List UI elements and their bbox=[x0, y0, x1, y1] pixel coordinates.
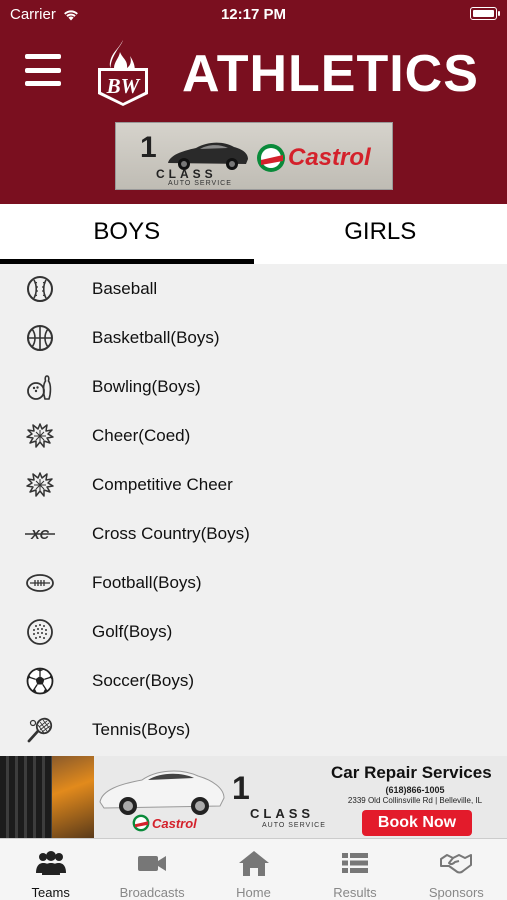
battery-level bbox=[472, 9, 494, 17]
battery-icon bbox=[470, 7, 500, 20]
banner-tagline: AUTO SERVICE bbox=[262, 822, 326, 829]
tab-label: Results bbox=[333, 885, 377, 900]
engine-image bbox=[52, 756, 94, 838]
banner-brand: CLASS bbox=[156, 167, 217, 181]
status-bar: Carrier 12:17 PM bbox=[0, 0, 507, 30]
tab-home[interactable]: Home bbox=[203, 839, 304, 900]
sport-label: Cheer(Coed) bbox=[92, 426, 191, 445]
list-item-soccer-boys[interactable]: Soccer(Boys) bbox=[0, 656, 507, 705]
banner-brand: CLASS bbox=[250, 806, 315, 821]
bowling-icon bbox=[27, 375, 52, 400]
list-item-tennis-boys[interactable]: Tennis(Boys) bbox=[0, 705, 507, 754]
tab-label: Teams bbox=[31, 885, 70, 900]
sponsor-name: Castrol bbox=[152, 816, 197, 831]
bottom-tab-bar: Teams Broadcasts Home Results Sponsors bbox=[0, 838, 507, 900]
list-item-cheer-coed[interactable]: Cheer(Coed) bbox=[0, 411, 507, 460]
school-logo: BW bbox=[98, 40, 148, 106]
sport-label: Cross Country(Boys) bbox=[92, 524, 250, 543]
book-now-button[interactable]: Book Now bbox=[362, 810, 472, 836]
ad-address: 2339 Old Collinsville Rd | Belleville, I… bbox=[347, 796, 483, 805]
sport-label: Baseball bbox=[92, 279, 158, 298]
svg-text:XC: XC bbox=[30, 527, 50, 542]
banner-number: 1 bbox=[140, 131, 157, 164]
svg-text:BW: BW bbox=[106, 74, 141, 98]
tab-results[interactable]: Results bbox=[304, 839, 405, 900]
sponsor-name: Castrol bbox=[288, 144, 371, 171]
sport-label: Golf(Boys) bbox=[92, 622, 173, 641]
handshake-icon bbox=[440, 854, 473, 874]
tab-teams[interactable]: Teams bbox=[0, 839, 101, 900]
baseball-icon bbox=[27, 276, 53, 302]
list-item-competitive-cheer[interactable]: Competitive Cheer bbox=[0, 460, 507, 509]
teams-icon bbox=[35, 851, 66, 875]
list-icon bbox=[341, 853, 368, 873]
tab-girls[interactable]: GIRLS bbox=[254, 204, 507, 264]
list-item-bowling-boys[interactable]: Bowling(Boys) bbox=[0, 362, 507, 411]
football-icon bbox=[26, 574, 54, 592]
app-header: Carrier 12:17 PM BW ATHLETICS 1 CLASS AU… bbox=[0, 0, 507, 204]
ad-phone: (618)866-1005 bbox=[385, 785, 445, 795]
hamburger-icon bbox=[25, 54, 61, 59]
tab-sponsors[interactable]: Sponsors bbox=[406, 839, 507, 900]
basketball-icon bbox=[27, 325, 53, 351]
sponsor-banner-top[interactable]: 1 CLASS AUTO SERVICE Castrol bbox=[115, 122, 393, 190]
tab-label: Broadcasts bbox=[119, 885, 185, 900]
menu-button[interactable] bbox=[25, 54, 61, 86]
castrol-logo-icon bbox=[257, 144, 285, 172]
cross-country-icon: XC bbox=[25, 527, 55, 542]
ad-title: Car Repair Services bbox=[331, 763, 492, 782]
tab-label: GIRLS bbox=[344, 218, 417, 245]
golf-ball-icon bbox=[27, 619, 53, 645]
castrol-logo-icon bbox=[132, 814, 150, 832]
pom-pom-icon bbox=[26, 423, 54, 448]
clock: 12:17 PM bbox=[220, 6, 287, 23]
tab-label: Home bbox=[236, 885, 271, 900]
video-camera-icon bbox=[138, 856, 167, 871]
banner-number: 1 bbox=[232, 770, 250, 806]
page-title: ATHLETICS bbox=[182, 45, 479, 103]
list-item-football-boys[interactable]: Football(Boys) bbox=[0, 558, 507, 607]
tab-boys[interactable]: BOYS bbox=[0, 204, 254, 264]
sport-label: Football(Boys) bbox=[92, 573, 202, 592]
sport-label: Basketball(Boys) bbox=[92, 328, 220, 347]
car-image bbox=[99, 770, 225, 815]
sport-label: Tennis(Boys) bbox=[92, 720, 191, 739]
list-item-baseball[interactable]: Baseball bbox=[0, 264, 507, 313]
sport-label: Bowling(Boys) bbox=[92, 377, 201, 396]
list-item-cross-country-boys[interactable]: XC Cross Country(Boys) bbox=[0, 509, 507, 558]
sport-label: Soccer(Boys) bbox=[92, 671, 195, 690]
pom-pom-icon bbox=[26, 472, 54, 497]
list-item-basketball-boys[interactable]: Basketball(Boys) bbox=[0, 313, 507, 362]
tab-label: BOYS bbox=[93, 218, 161, 245]
sponsor-banner-bottom[interactable]: Castrol 1 CLASS AUTO SERVICE Car Repair … bbox=[0, 756, 507, 838]
gender-tabs: BOYS GIRLS bbox=[0, 204, 507, 264]
tab-broadcasts[interactable]: Broadcasts bbox=[101, 839, 202, 900]
tab-label: Sponsors bbox=[428, 885, 484, 900]
tire-image bbox=[0, 756, 52, 838]
home-icon bbox=[238, 851, 269, 876]
banner-tagline: AUTO SERVICE bbox=[168, 180, 232, 187]
tennis-racket-icon bbox=[27, 717, 53, 743]
list-item-golf-boys[interactable]: Golf(Boys) bbox=[0, 607, 507, 656]
soccer-ball-icon bbox=[26, 667, 54, 695]
sports-list: Baseball Basketball(Boys) Bowling(Boys) … bbox=[0, 264, 507, 756]
sport-label: Competitive Cheer bbox=[92, 475, 233, 494]
